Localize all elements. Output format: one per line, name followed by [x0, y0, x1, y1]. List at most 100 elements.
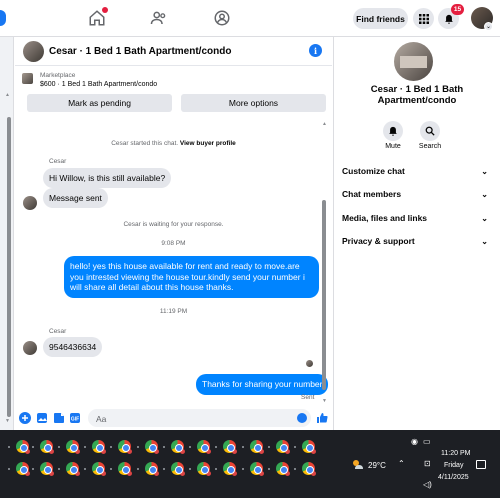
chevron-up-icon[interactable]: ⌃ — [398, 459, 405, 468]
chat-members-item[interactable]: Chat members ⌄ — [342, 187, 488, 201]
facebook-logo[interactable] — [0, 10, 6, 26]
marketplace-listing[interactable]: Marketplace $600 · 1 Bed 1 Bath Apartmen… — [15, 67, 332, 94]
find-friends-button[interactable]: Find friends — [353, 8, 408, 29]
search-icon[interactable] — [420, 121, 440, 141]
outgoing-message[interactable]: Thanks for sharing your number — [196, 374, 329, 395]
timestamp: 9:08 PM — [161, 240, 186, 247]
incoming-message[interactable]: Message sent — [43, 188, 108, 208]
chrome-icon[interactable] — [223, 462, 237, 476]
more-options-button[interactable]: More options — [181, 94, 326, 112]
app-badge — [259, 471, 264, 476]
chrome-icon[interactable] — [145, 440, 159, 454]
chrome-icon[interactable] — [302, 462, 316, 476]
chrome-icon[interactable] — [276, 462, 290, 476]
chat-panel: Cesar · 1 Bed 1 Bath Apartment/condo i M… — [15, 37, 332, 430]
mute-label[interactable]: Mute — [373, 143, 413, 150]
friends-icon[interactable] — [150, 9, 168, 27]
chrome-icon[interactable] — [92, 462, 106, 476]
chrome-icon[interactable] — [171, 462, 185, 476]
chrome-icon[interactable] — [250, 462, 264, 476]
chrome-icon[interactable] — [16, 440, 30, 454]
app-badge — [180, 449, 185, 454]
taskbar-separator-dot — [215, 468, 217, 470]
chrome-icon[interactable] — [250, 440, 264, 454]
weather-icon[interactable] — [351, 459, 364, 470]
home-icon[interactable] — [88, 7, 108, 27]
app-badge — [311, 471, 316, 476]
customize-chat-item[interactable]: Customize chat ⌄ — [342, 164, 488, 178]
chrome-icon[interactable] — [40, 462, 54, 476]
incoming-message[interactable]: 9546436634 — [43, 337, 103, 357]
sender-avatar[interactable] — [23, 196, 37, 210]
chat-title[interactable]: Cesar · 1 Bed 1 Bath Apartment/condo — [49, 46, 231, 57]
plus-icon[interactable] — [19, 412, 31, 424]
taskbar-separator-dot — [8, 468, 10, 470]
menu-grid-icon[interactable] — [413, 8, 434, 29]
contact-avatar[interactable] — [394, 42, 433, 81]
volume-icon[interactable]: ◁) — [423, 480, 432, 489]
app-badge — [101, 471, 106, 476]
taskbar-separator-dot — [294, 446, 296, 448]
media-files-links-item[interactable]: Media, files and links ⌄ — [342, 211, 488, 225]
sticker-icon[interactable] — [53, 412, 65, 424]
chevron-down-icon[interactable]: ⌄ — [484, 22, 493, 31]
scroll-up-arrow[interactable]: ▲ — [322, 121, 327, 127]
scroll-down-arrow[interactable]: ▼ — [322, 398, 327, 404]
app-badge — [285, 449, 290, 454]
search-label[interactable]: Search — [410, 143, 450, 150]
scroll-down-arrow[interactable]: ▼ — [5, 418, 10, 424]
chrome-icon[interactable] — [16, 462, 30, 476]
gif-icon[interactable]: GIF — [69, 412, 81, 424]
message-input[interactable]: Aa — [88, 409, 311, 427]
chrome-icon[interactable] — [145, 462, 159, 476]
timestamp: 11:19 PM — [159, 308, 188, 315]
chevron-down-icon: ⌄ — [481, 236, 488, 246]
chrome-icon[interactable] — [118, 462, 132, 476]
network-icon[interactable]: ⊡ — [424, 459, 431, 468]
outgoing-message[interactable]: hello! yes this house available for rent… — [64, 256, 319, 298]
clock-day[interactable]: Friday — [444, 462, 463, 469]
view-buyer-profile-link[interactable]: View buyer profile — [180, 140, 236, 147]
sidebar-scrollbar[interactable] — [7, 117, 11, 417]
record-icon[interactable]: ◉ — [411, 437, 418, 446]
taskbar-separator-dot — [58, 468, 60, 470]
scroll-up-arrow[interactable]: ▲ — [5, 92, 10, 98]
bell-mute-icon[interactable] — [383, 121, 403, 141]
chrome-icon[interactable] — [302, 440, 316, 454]
image-icon[interactable] — [36, 412, 48, 424]
taskbar-separator-dot — [32, 468, 34, 470]
waiting-notice: Cesar is waiting for your response. — [123, 221, 224, 228]
clock-date[interactable]: 4/11/2025 — [438, 474, 469, 481]
chrome-icon[interactable] — [197, 462, 211, 476]
chrome-icon[interactable] — [171, 440, 185, 454]
app-badge — [259, 449, 264, 454]
chrome-icon[interactable] — [223, 440, 237, 454]
chrome-icon[interactable] — [66, 462, 80, 476]
temperature[interactable]: 29°C — [368, 461, 386, 470]
chrome-icon[interactable] — [66, 440, 80, 454]
sender-avatar[interactable] — [23, 341, 37, 355]
chrome-icon[interactable] — [118, 440, 132, 454]
chat-scrollbar[interactable] — [322, 200, 326, 390]
left-sidebar-edge: ▲ ▼ — [0, 37, 14, 430]
sender-name: Cesar — [49, 158, 67, 165]
incoming-message[interactable]: Hi Willow, is this still available? — [43, 168, 172, 188]
chrome-icon[interactable] — [40, 440, 54, 454]
groups-icon[interactable] — [213, 9, 231, 27]
app-badge — [154, 449, 159, 454]
app-badge — [127, 471, 132, 476]
privacy-support-item[interactable]: Privacy & support ⌄ — [342, 234, 488, 248]
like-icon[interactable] — [316, 412, 328, 424]
mark-pending-button[interactable]: Mark as pending — [27, 94, 172, 112]
clock-time[interactable]: 11:20 PM — [441, 450, 470, 457]
chrome-icon[interactable] — [197, 440, 211, 454]
monitor-icon[interactable]: ▭ — [423, 437, 431, 446]
chrome-icon[interactable] — [276, 440, 290, 454]
chat-avatar[interactable] — [23, 41, 44, 62]
info-icon[interactable]: i — [309, 44, 322, 57]
chrome-icon[interactable] — [92, 440, 106, 454]
emoji-icon[interactable] — [297, 413, 307, 423]
notifications-icon[interactable] — [476, 460, 486, 469]
svg-text:GIF: GIF — [71, 417, 79, 423]
chevron-down-icon: ⌄ — [481, 213, 488, 223]
